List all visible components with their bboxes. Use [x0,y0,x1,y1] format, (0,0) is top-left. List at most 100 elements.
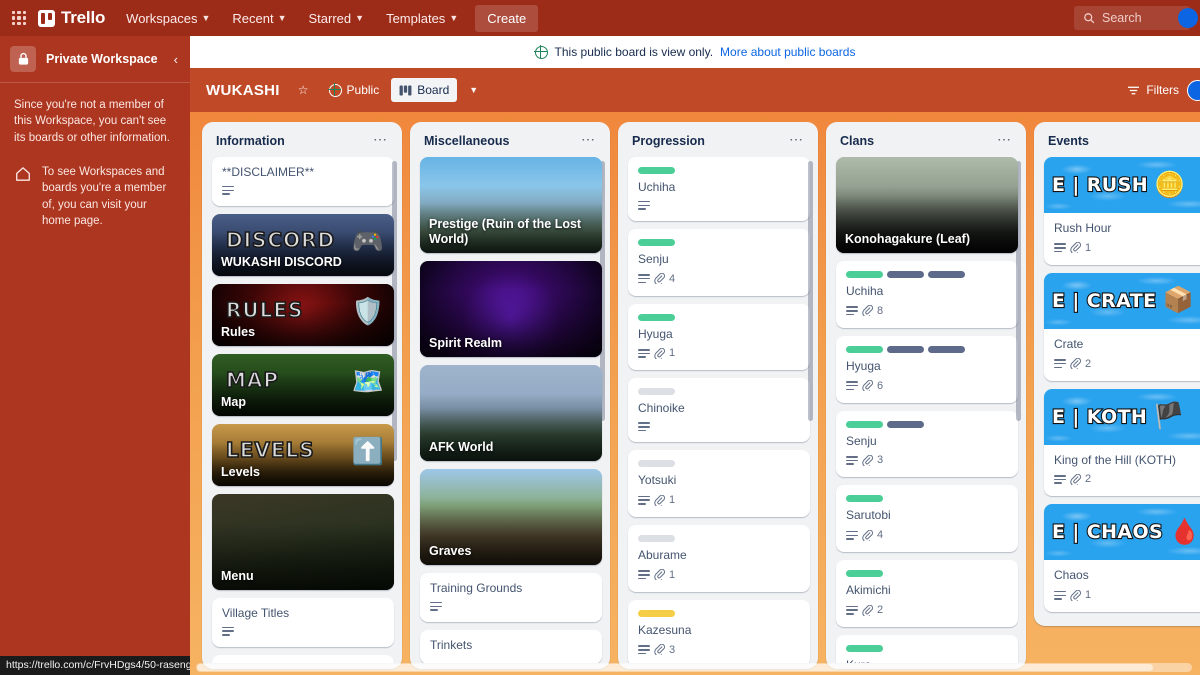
list-actions-icon[interactable]: ⋯ [371,132,390,148]
description-badge [638,422,650,432]
attachment-badge: 4 [654,273,675,285]
card-with-top-cover[interactable]: E | RUSH 🪙 Rush Hour 1 [1044,157,1200,265]
card-with-cover[interactable]: DISCORD 🎮 WUKASHI DISCORD [212,213,394,276]
star-board-button[interactable]: ☆ [290,78,317,102]
create-button[interactable]: Create [475,4,539,32]
list-title[interactable]: Information [216,134,371,148]
description-icon [638,495,650,505]
card-badges: 4 [846,524,1008,548]
card-label-slate[interactable] [887,271,924,278]
cover-emoji-icon: 🎮 [351,225,384,256]
card[interactable]: Yotsuki 1 [628,450,810,518]
card-title: Aburame [638,548,687,563]
list-scrollbar[interactable] [808,161,813,421]
card-label-slate[interactable] [928,271,965,278]
view-dropdown-button[interactable]: ▼ [461,80,486,100]
card-with-cover[interactable]: Menu [212,493,394,590]
card-with-cover[interactable]: AFK World [420,365,602,461]
card-with-cover[interactable]: Spirit Realm [420,261,602,357]
list-actions-icon[interactable]: ⋯ [995,132,1014,148]
card-label-green[interactable] [638,167,675,174]
cover-banner-text: E | CHAOS [1051,520,1164,544]
board-visibility-button[interactable]: Public [321,78,388,102]
card-title: Village Titles [222,605,290,620]
card-label-grey[interactable] [638,388,675,396]
attachment-count: 2 [1085,357,1092,370]
trello-logo[interactable]: Trello [36,8,113,28]
card[interactable]: Kura2 [836,635,1018,663]
card-label-grey[interactable] [638,460,675,468]
card-label-green[interactable] [846,570,883,578]
card[interactable]: Training Grounds [420,573,602,622]
nav-item-starred[interactable]: Starred ▼ [300,6,374,31]
board-title[interactable]: WUKASHI [206,82,280,99]
card[interactable]: Akimichi 2 [836,560,1018,628]
list-title[interactable]: Events [1048,134,1200,148]
list-information: Information ⋯ **DISCLAIMER** DISCORD 🎮 WUKASH… [202,122,402,669]
public-boards-link[interactable]: More about public boards [720,45,855,59]
card[interactable]: Uchiha 8 [836,261,1018,328]
card-badges [222,622,384,643]
card[interactable]: Village Titles [212,597,394,647]
card-with-cover[interactable]: LEVELS ⬆️ Levels [212,423,394,486]
card[interactable]: Guide [212,654,394,663]
filters-button[interactable]: Filters [1118,78,1188,102]
card-label-slate[interactable] [887,345,924,353]
list-title[interactable]: Progression [632,134,787,148]
list-header: Miscellaneous ⋯ [414,129,606,157]
card[interactable]: Trinkets [420,629,602,663]
card-label-green[interactable] [846,645,883,653]
list-title[interactable]: Clans [840,134,995,148]
workspace-header[interactable]: Private Workspace ‹ [0,36,190,83]
attachment-badge: 3 [862,454,883,466]
card[interactable]: Kazesuna 3 [628,599,810,663]
card-title: Prestige (Ruin of the Lost World) [429,217,582,246]
board-view-switcher[interactable]: Board [391,78,458,102]
card-with-cover[interactable]: MAP 🗺️ Map [212,353,394,416]
card-label-green[interactable] [638,238,675,246]
card-label-green[interactable] [846,495,883,503]
card-label-grey[interactable] [638,535,675,543]
card[interactable]: **DISCLAIMER** [212,157,394,206]
search-input[interactable]: Search [1074,6,1190,30]
card[interactable]: Hyuga 6 [836,335,1018,403]
card-label-green[interactable] [846,345,883,353]
apps-grid-icon[interactable] [10,9,28,27]
card-label-slate[interactable] [928,345,965,353]
card-with-cover[interactable]: Prestige (Ruin of the Lost World) [420,157,602,253]
nav-item-workspaces[interactable]: Workspaces ▼ [117,6,219,31]
card-with-cover[interactable]: Konohagakure (Leaf) [836,157,1018,253]
card-label-yellow[interactable] [638,609,675,617]
user-avatar[interactable] [1178,8,1198,28]
card-label-green[interactable] [846,271,883,278]
list-actions-icon[interactable]: ⋯ [579,132,598,148]
card-label-slate[interactable] [887,420,924,428]
card-with-top-cover[interactable]: E | KOTH 🏴 King of the Hill (KOTH) 2 [1044,388,1200,497]
board-member-avatar[interactable] [1187,80,1200,101]
card-with-top-cover[interactable]: E | CHAOS 🩸 Chaos 1 [1044,504,1200,613]
card-with-cover[interactable]: Graves [420,469,602,565]
board-horizontal-scrollbar[interactable] [196,663,1192,672]
card[interactable]: Hyuga 1 [628,303,810,371]
card[interactable]: Aburame 1 [628,525,810,592]
nav-item-templates[interactable]: Templates ▼ [377,6,467,31]
cover-wordart: LEVELS [225,437,315,463]
card-with-top-cover[interactable]: E | CRATE 📦 Crate 2 [1044,272,1200,381]
card[interactable]: Chinoike [628,378,810,443]
attachment-count: 6 [877,379,884,392]
card[interactable]: Senju 3 [836,410,1018,478]
card[interactable]: Uchiha [628,157,810,221]
card-label-green[interactable] [638,313,675,321]
card[interactable]: Sarutobi 4 [836,485,1018,553]
card-labels [638,458,800,473]
card[interactable]: Senju 4 [628,228,810,296]
card-with-cover[interactable]: RULES 🛡️ Rules [212,283,394,346]
card-title: Sarutobi [846,508,891,523]
description-icon [1054,590,1066,600]
card-title: Hyuga [846,358,881,373]
nav-item-recent[interactable]: Recent ▼ [223,6,295,31]
list-actions-icon[interactable]: ⋯ [787,132,806,148]
list-title[interactable]: Miscellaneous [424,134,579,148]
collapse-sidebar-button[interactable]: ‹ [170,50,182,69]
card-label-green[interactable] [846,420,883,428]
